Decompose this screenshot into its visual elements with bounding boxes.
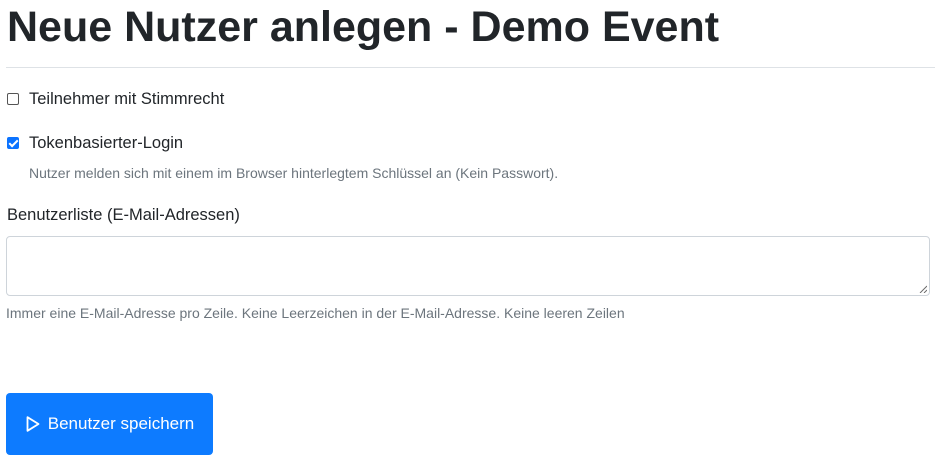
voting-rights-label: Teilnehmer mit Stimmrecht xyxy=(29,90,225,108)
play-icon xyxy=(26,416,40,432)
token-login-option[interactable]: Tokenbasierter-Login xyxy=(7,132,183,154)
save-users-button-label: Benutzer speichern xyxy=(47,414,195,433)
save-users-button[interactable]: Benutzer speichern xyxy=(6,393,213,455)
user-list-textarea[interactable] xyxy=(6,236,930,296)
user-list-label: Benutzerliste (E-Mail-Adressen) xyxy=(7,206,240,224)
token-login-help-text: Nutzer melden sich mit einem im Browser … xyxy=(29,165,559,181)
title-divider xyxy=(6,67,935,68)
resize-grip-icon[interactable] xyxy=(919,285,927,293)
user-list-help-text: Immer eine E-Mail-Adresse pro Zeile. Kei… xyxy=(6,305,625,321)
token-login-label: Tokenbasierter-Login xyxy=(29,134,184,152)
voting-rights-checkbox[interactable] xyxy=(7,93,19,105)
page-title: Neue Nutzer anlegen - Demo Event xyxy=(7,3,720,51)
voting-rights-option[interactable]: Teilnehmer mit Stimmrecht xyxy=(7,88,224,110)
token-login-checkbox[interactable] xyxy=(7,137,19,149)
